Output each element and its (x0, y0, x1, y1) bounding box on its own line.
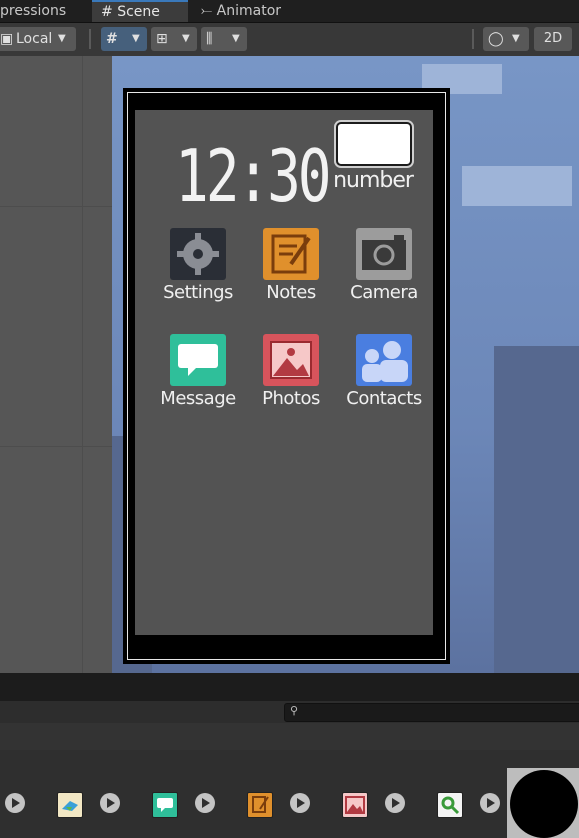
cube-icon: ▣ (0, 31, 14, 47)
scene-view[interactable]: 12:30 number Settings Notes Camera Messa… (0, 56, 579, 673)
tab-animator[interactable]: ⤚ Animator (195, 0, 305, 22)
search-icon: ⚲ (290, 704, 299, 717)
app-label: Photos (262, 388, 320, 409)
2d-mode-toggle[interactable]: 2D (534, 27, 572, 51)
camera-icon (356, 228, 412, 280)
tab-label: pressions (0, 3, 67, 19)
ruler-icon: ⫼ (206, 31, 213, 47)
play-icon[interactable] (195, 793, 215, 813)
photos-icon (263, 334, 319, 386)
grid-snap-icon: # (106, 31, 118, 47)
phone-frame[interactable]: 12:30 number Settings Notes Camera Messa… (123, 88, 450, 664)
magnifier-thumb-icon[interactable] (437, 792, 463, 818)
number-display[interactable] (336, 122, 412, 166)
preview-thumbnail[interactable] (507, 768, 579, 838)
search-row: ⚲ (0, 701, 579, 723)
contacts-icon (356, 334, 412, 386)
bird-thumb-icon[interactable] (57, 792, 83, 818)
circle-shape (510, 770, 578, 838)
tab-scene[interactable]: # Scene (92, 0, 188, 22)
toolbar-separator (89, 29, 91, 49)
chevron-down-icon: ▼ (58, 33, 66, 44)
app-label: Notes (266, 282, 316, 303)
play-icon[interactable] (290, 793, 310, 813)
app-label: Message (160, 388, 236, 409)
message-icon (170, 334, 226, 386)
chevron-down-icon: ▼ (512, 33, 520, 44)
pivot-rotation-dropdown[interactable]: ▣ Local ▼ (0, 27, 76, 51)
grid-snapping-toggle[interactable]: # ▼ (101, 27, 147, 51)
chevron-down-icon: ▼ (182, 33, 190, 44)
hash-icon: # (101, 4, 113, 20)
notes-icon (263, 228, 319, 280)
clock-time: 12:30 (175, 134, 332, 218)
play-icon[interactable] (5, 793, 25, 813)
notes-thumb-icon[interactable] (247, 792, 273, 818)
grid-line (82, 56, 83, 673)
message-thumb-icon[interactable] (152, 792, 178, 818)
sphere-icon: ◯ (488, 31, 504, 47)
magnet-grid-icon: ⊞ (156, 31, 168, 47)
tab-label: Animator (216, 3, 282, 19)
play-icon[interactable] (100, 793, 120, 813)
ruler-toggle[interactable]: ⫼ ▼ (201, 27, 247, 51)
gear-icon (170, 228, 226, 280)
app-label: Camera (350, 282, 418, 303)
editor-tab-bar: pressions # Scene ⤚ Animator (0, 0, 579, 23)
chevron-down-icon: ▼ (232, 33, 240, 44)
app-label: Contacts (346, 388, 422, 409)
number-label: number (333, 168, 414, 193)
animator-icon: ⤚ (201, 3, 213, 19)
shading-mode-dropdown[interactable]: ◯ ▼ (483, 27, 529, 51)
asset-strip (0, 750, 579, 838)
toolbar-separator (472, 29, 474, 49)
increment-snapping-toggle[interactable]: ⊞ ▼ (151, 27, 197, 51)
tab-label: Scene (117, 4, 160, 20)
app-label: Settings (163, 282, 233, 303)
cloud (462, 166, 572, 206)
play-icon[interactable] (480, 793, 500, 813)
play-icon[interactable] (385, 793, 405, 813)
pivot-label: Local (16, 31, 53, 47)
phone-screen: 12:30 number Settings Notes Camera Messa… (135, 110, 433, 635)
panel-divider (0, 723, 579, 750)
photos-thumb-icon[interactable] (342, 792, 368, 818)
building (494, 346, 579, 673)
panel-header (0, 673, 579, 701)
search-field[interactable]: ⚲ (284, 703, 579, 722)
chevron-down-icon: ▼ (132, 33, 140, 44)
tab-expressions[interactable]: pressions (0, 0, 90, 22)
scene-toolbar: ▣ Local ▼ # ▼ ⊞ ▼ ⫼ ▼ ◯ ▼ 2D (0, 23, 579, 57)
